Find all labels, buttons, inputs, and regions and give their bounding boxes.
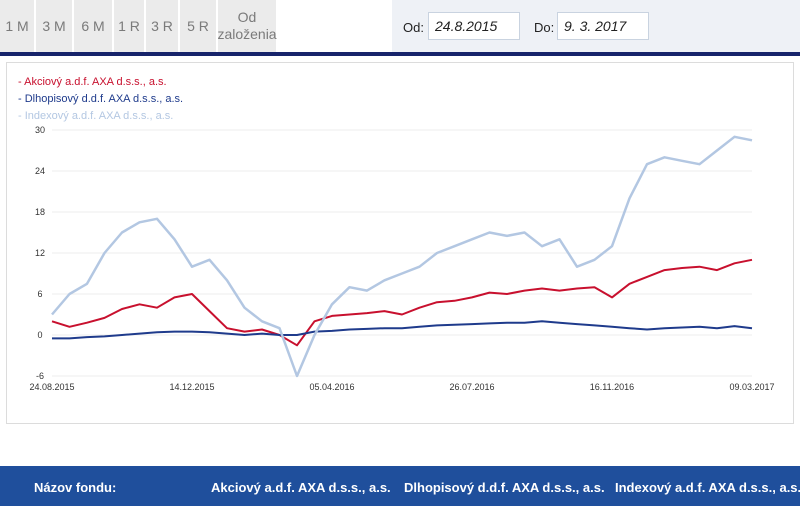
legend-item-dlhopisovy[interactable]: - Dlhopisový d.d.f. AXA d.s.s., a.s. bbox=[18, 91, 183, 108]
date-filter-panel: Od: 24.8.2015 Do: 9. 3. 2017 bbox=[392, 0, 800, 52]
legend-label-dlhopisovy: Dlhopisový d.d.f. AXA d.s.s., a.s. bbox=[24, 93, 184, 105]
header-divider bbox=[0, 52, 800, 56]
from-date-input[interactable]: 24.8.2015 bbox=[428, 12, 520, 40]
range-button-5r[interactable]: 5 R bbox=[180, 0, 216, 52]
range-button-3r[interactable]: 3 R bbox=[146, 0, 178, 52]
legend-label-akciovy: Akciový a.d.f. AXA d.s.s., a.s. bbox=[24, 76, 167, 88]
range-button-6m[interactable]: 6 M bbox=[74, 0, 112, 52]
range-toolbar: 1 M 3 M 6 M 1 R 3 R 5 R Od založenia Od:… bbox=[0, 0, 800, 52]
to-date-input[interactable]: 9. 3. 2017 bbox=[557, 12, 649, 40]
legend-item-akciovy[interactable]: - Akciový a.d.f. AXA d.s.s., a.s. bbox=[18, 74, 183, 91]
from-label: Od: bbox=[403, 20, 424, 35]
to-label: Do: bbox=[534, 20, 555, 35]
range-button-3m[interactable]: 3 M bbox=[36, 0, 72, 52]
range-button-1m[interactable]: 1 M bbox=[0, 0, 34, 52]
legend-item-indexovy[interactable]: - Indexový a.d.f. AXA d.s.s., a.s. bbox=[18, 108, 183, 125]
footer-fund-indexovy: Indexový a.d.f. AXA d.s.s., a.s. bbox=[615, 480, 800, 495]
footer-label: Názov fondu: bbox=[34, 480, 117, 495]
legend-label-indexovy: Indexový a.d.f. AXA d.s.s., a.s. bbox=[24, 110, 174, 122]
footer-fund-dlhopisovy: Dlhopisový d.d.f. AXA d.s.s., a.s. bbox=[404, 480, 605, 495]
range-button-od-zalozenia[interactable]: Od založenia bbox=[217, 0, 277, 52]
fund-name-footer: Názov fondu: Akciový a.d.f. AXA d.s.s., … bbox=[0, 466, 800, 506]
range-button-1r[interactable]: 1 R bbox=[114, 0, 144, 52]
footer-fund-akciovy: Akciový a.d.f. AXA d.s.s., a.s. bbox=[211, 480, 391, 495]
chart-legend: - Akciový a.d.f. AXA d.s.s., a.s. - Dlho… bbox=[18, 74, 183, 125]
